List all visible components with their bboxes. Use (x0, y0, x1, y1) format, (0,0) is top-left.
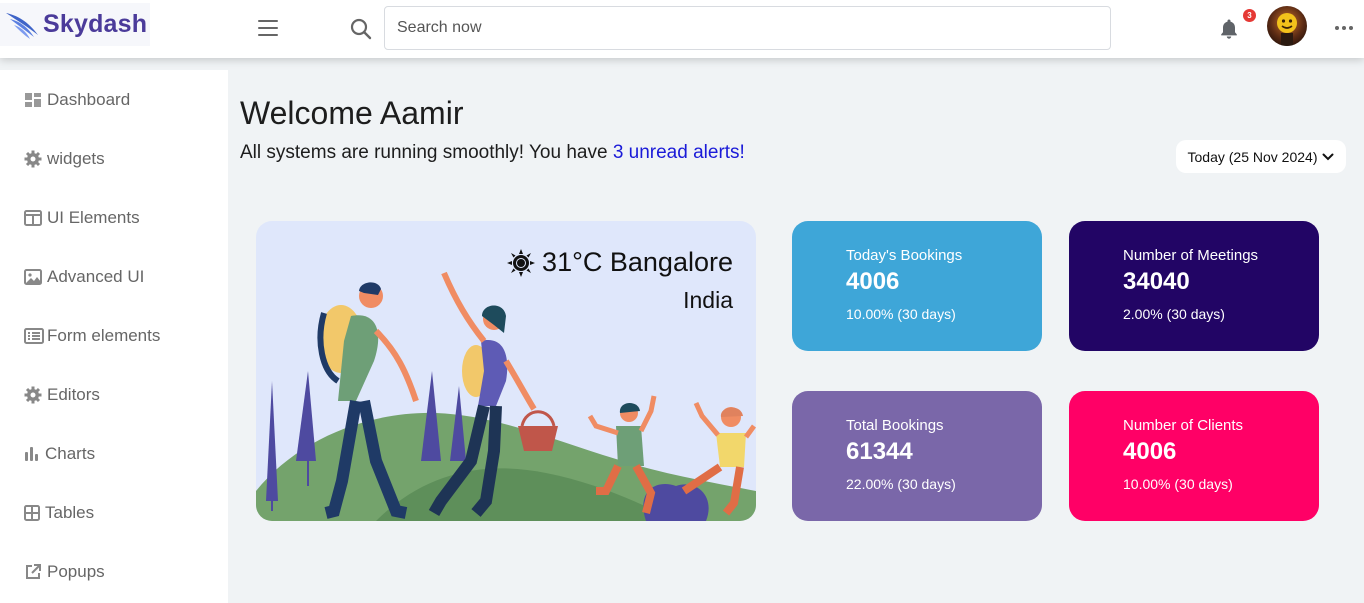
external-link-icon (24, 563, 42, 581)
sidebar-item-label: Dashboard (47, 90, 131, 109)
date-filter-label: Today (25 Nov 2024) (1187, 148, 1318, 165)
columns-icon (24, 209, 42, 227)
bar-chart-icon (24, 445, 40, 463)
status-message: All systems are running smoothly! You ha… (240, 142, 745, 164)
search-input[interactable] (384, 6, 1111, 50)
image-icon (24, 268, 42, 286)
sidebar-item-widgets[interactable]: widgets (24, 146, 105, 172)
sidebar-item-dashboard[interactable]: Dashboard (24, 87, 130, 113)
sidebar-item-popups[interactable]: Popups (24, 559, 105, 585)
gear-icon (24, 386, 42, 404)
sidebar-item-advanced-ui[interactable]: Advanced UI (24, 264, 144, 290)
sidebar-item-label: UI Elements (47, 208, 140, 227)
top-navbar: Skydash 3 (0, 0, 1364, 58)
stat-value: 4006 (846, 268, 900, 295)
dashboard-icon (24, 91, 42, 109)
sidebar-item-label: Editors (47, 385, 100, 404)
list-icon (24, 327, 44, 345)
stat-value: 4006 (1123, 438, 1177, 465)
sun-icon (507, 248, 536, 277)
page-title: Welcome Aamir (240, 95, 464, 131)
stat-label: Today's Bookings (846, 247, 963, 264)
stat-label: Number of Clients (1123, 417, 1244, 434)
user-avatar[interactable] (1267, 6, 1307, 46)
date-filter-dropdown[interactable]: Today (25 Nov 2024) (1176, 140, 1346, 173)
sidebar-item-form-elements[interactable]: Form elements (24, 323, 160, 349)
logo[interactable]: Skydash (0, 3, 150, 46)
weather-temperature: 31°C Bangalore (506, 247, 733, 278)
stat-change: 10.00% (30 days) (1123, 476, 1233, 492)
stat-change: 10.00% (30 days) (846, 306, 956, 322)
stat-card-number-of-clients: Number of Clients 4006 10.00% (30 days) (1069, 391, 1319, 521)
stat-change: 22.00% (30 days) (846, 476, 956, 492)
sidebar: Dashboard widgets UI Elements Advanced U… (0, 70, 228, 603)
city-name: Bangalore (609, 247, 733, 277)
logo-icon (6, 12, 38, 39)
gear-icon (24, 150, 42, 168)
stat-label: Total Bookings (846, 417, 944, 434)
sidebar-item-label: Advanced UI (47, 267, 145, 286)
table-icon (24, 504, 40, 522)
stat-label: Number of Meetings (1123, 247, 1259, 264)
sidebar-item-editors[interactable]: Editors (24, 382, 100, 408)
stat-value: 61344 (846, 438, 913, 465)
stat-value: 34040 (1123, 268, 1190, 295)
bell-icon[interactable] (1217, 17, 1241, 41)
search-icon[interactable] (350, 18, 372, 40)
more-options-icon[interactable] (1335, 23, 1355, 33)
sidebar-item-label: Form elements (47, 326, 161, 345)
notification-count-badge: 3 (1243, 9, 1256, 22)
menu-toggle-button[interactable] (258, 20, 278, 36)
sidebar-item-label: Charts (45, 444, 96, 463)
sidebar-item-charts[interactable]: Charts (24, 441, 95, 467)
sidebar-item-tables[interactable]: Tables (24, 500, 94, 526)
sidebar-item-label: Tables (45, 503, 95, 522)
unread-alerts-link[interactable]: 3 unread alerts! (613, 142, 745, 163)
temperature-value: 31°C (542, 247, 603, 277)
stat-card-number-of-meetings: Number of Meetings 34040 2.00% (30 days) (1069, 221, 1319, 351)
stat-change: 2.00% (30 days) (1123, 306, 1225, 322)
country-name: India (683, 287, 733, 313)
sidebar-item-label: Popups (47, 562, 105, 581)
weather-card: 31°C Bangalore India (256, 221, 756, 521)
sidebar-item-label: widgets (47, 149, 105, 168)
chevron-down-icon (1322, 153, 1334, 160)
stat-card-todays-bookings: Today's Bookings 4006 10.00% (30 days) (792, 221, 1042, 351)
stat-card-total-bookings: Total Bookings 61344 22.00% (30 days) (792, 391, 1042, 521)
status-text: All systems are running smoothly! You ha… (240, 142, 613, 163)
logo-text: Skydash (43, 10, 148, 38)
sidebar-item-ui-elements[interactable]: UI Elements (24, 205, 140, 231)
